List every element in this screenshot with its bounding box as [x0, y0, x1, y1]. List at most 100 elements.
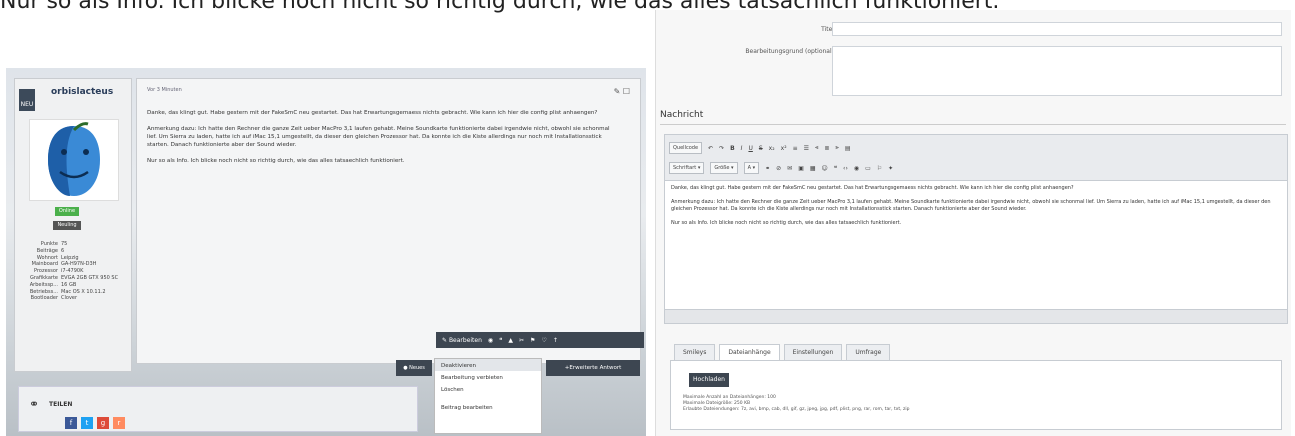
tab-poll[interactable]: Umfrage	[846, 344, 891, 361]
align-center-icon[interactable]: ≣	[824, 145, 829, 152]
bold-button[interactable]: B	[730, 145, 735, 152]
post-toolbar: ✎ Bearbeiten ◉ ❝ ▲ ✂ ⚑ ♡ ↑	[436, 332, 644, 348]
spec-row: Grafikkarte EVGA 2GB GTX 950 SC	[29, 274, 119, 281]
facebook-icon[interactable]: f	[65, 417, 77, 429]
spoiler-icon[interactable]: ◉	[854, 165, 859, 172]
tools-icon[interactable]: ✂	[519, 337, 524, 344]
title-input[interactable]	[832, 22, 1282, 36]
post-icons: ✎ ☐	[614, 87, 630, 96]
menu-item[interactable]: Deaktivieren	[435, 359, 541, 371]
moderation-menu: Deaktivieren Bearbeitung verbieten Lösch…	[434, 358, 542, 434]
editor-paragraph: Nur so als Info. Ich blicke noch nicht s…	[671, 220, 902, 226]
tab-smileys[interactable]: Smileys	[674, 344, 716, 361]
code-icon[interactable]: ‹›	[843, 165, 848, 172]
extended-reply-button[interactable]: +Erweiterte Antwort	[546, 360, 640, 376]
up-icon[interactable]: ↑	[553, 337, 558, 344]
share-label: TEILEN	[49, 401, 73, 408]
spec-row: Punkte 75	[40, 241, 68, 247]
globe-icon[interactable]: ◉	[488, 337, 493, 344]
avatar[interactable]	[29, 119, 119, 201]
table-icon[interactable]: ▦	[810, 165, 816, 172]
post-text: Danke, das klingt gut. Habe gestern mit …	[147, 109, 617, 173]
news-button[interactable]: ● Neues	[396, 360, 432, 376]
section-title: Nachricht	[660, 110, 704, 120]
twitter-icon[interactable]: t	[81, 417, 93, 429]
link-icon[interactable]: ⚭	[765, 165, 770, 172]
tab-settings[interactable]: Einstellungen	[783, 344, 843, 361]
list-ol-icon[interactable]: ≡	[793, 145, 798, 152]
checkbox-icon[interactable]: ☐	[623, 87, 630, 96]
italic-button[interactable]: I	[741, 145, 743, 152]
justify-icon[interactable]: ▤	[845, 145, 851, 152]
post-paragraph: Nur so als Info. Ich blicke noch nicht s…	[147, 158, 405, 164]
divider	[660, 124, 1286, 125]
edit-button[interactable]: ✎ Bearbeiten	[442, 337, 482, 344]
superscript-button[interactable]: x²	[781, 145, 787, 152]
list-ul-icon[interactable]: ☰	[804, 145, 809, 152]
post-content: Vor 3 Minuten ✎ ☐ Danke, das klingt gut.…	[136, 78, 641, 364]
underline-button[interactable]: U	[748, 145, 752, 152]
reason-label: Bearbeitungsgrund (optional)	[745, 48, 834, 55]
title-label: Titel	[821, 26, 834, 33]
media-icon[interactable]: ▭	[865, 165, 871, 172]
user-sidebar: NEU orbislacteus Online Neuling Punkte 75…	[14, 78, 132, 372]
new-badge: NEU	[19, 89, 35, 111]
editor-tabs: Smileys Dateianhänge Einstellungen Umfra…	[674, 344, 891, 361]
reason-textarea[interactable]	[832, 46, 1282, 96]
size-select[interactable]: Größe ▾	[710, 162, 738, 174]
special-icon[interactable]: ✦	[888, 165, 893, 172]
googleplus-icon[interactable]: g	[97, 417, 109, 429]
edit-icon[interactable]: ✎	[614, 87, 621, 96]
like-icon[interactable]: ♡	[541, 337, 546, 344]
post-paragraph: Anmerkung dazu: Ich hatte den Rechner di…	[147, 126, 610, 148]
username[interactable]: orbislacteus	[51, 87, 113, 97]
font-select[interactable]: Schriftart ▾	[669, 162, 705, 174]
menu-item[interactable]: Bearbeitung verbieten	[435, 371, 541, 383]
flag-icon[interactable]: ⚑	[530, 337, 535, 344]
undo-icon[interactable]: ↶	[708, 145, 713, 152]
online-badge: Online	[55, 207, 79, 216]
tab-attachments[interactable]: Dateianhänge	[719, 344, 780, 361]
strike-button[interactable]: S	[759, 145, 763, 152]
mail-icon[interactable]: ✉	[787, 165, 792, 172]
image-icon[interactable]: ▣	[798, 165, 804, 172]
attachments-panel: Hochladen Maximale Anzahl an Dateianhäng…	[670, 360, 1282, 430]
editor-toolbar: Quellcode ↶ ↷ B I U S x₂ x² ≡ ☰ ⫷ ≣ ⫸ ▤ …	[665, 135, 1287, 181]
spec-row: Wohnort Leipzig	[36, 254, 79, 261]
align-right-icon[interactable]: ⫸	[835, 144, 838, 152]
source-button[interactable]: Quellcode	[669, 142, 703, 154]
toolbar-row: Schriftart ▾ Größe ▾ A ▾ ⚭ ⊘ ✉ ▣ ▦ ☺ ❝ ‹…	[669, 161, 893, 175]
warn-icon[interactable]: ▲	[508, 337, 513, 344]
editor-content[interactable]: Danke, das klingt gut. Habe gestern mit …	[665, 181, 1287, 238]
toolbar-row: Quellcode ↶ ↷ B I U S x₂ x² ≡ ☰ ⫷ ≣ ⫸ ▤	[669, 141, 851, 155]
quote-icon[interactable]: ❝	[834, 165, 837, 172]
spec-row: Arbeitssp... 16 GB	[29, 281, 77, 288]
color-select[interactable]: A ▾	[743, 162, 760, 174]
forum-post-screenshot: NEU orbislacteus Online Neuling Punkte 75…	[6, 68, 646, 436]
spec-row: Prozessor i7-4790K	[34, 268, 84, 275]
align-left-icon[interactable]: ⫷	[815, 144, 818, 152]
editor-paragraph: Anmerkung dazu: Ich hatte den Rechner di…	[671, 199, 1271, 212]
redo-icon[interactable]: ↷	[719, 145, 724, 152]
spec-row: Mainboard GA-H97N-D3H	[31, 261, 97, 268]
share-icon: ⚭	[29, 397, 40, 411]
quote-icon[interactable]: ❝	[499, 337, 502, 344]
post-paragraph: Danke, das klingt gut. Habe gestern mit …	[147, 110, 598, 116]
tag-icon[interactable]: ⚐	[877, 165, 882, 172]
reddit-icon[interactable]: r	[113, 417, 125, 429]
upload-button[interactable]: Hochladen	[689, 373, 729, 387]
smiley-icon[interactable]: ☺	[822, 165, 828, 172]
info-line: Erlaubte Dateiendungen: 7z, avi, bmp, ca…	[683, 407, 910, 412]
editor-resize-bar[interactable]	[665, 309, 1287, 323]
editor-paragraph: Danke, das klingt gut. Habe gestern mit …	[671, 185, 1074, 191]
menu-item[interactable]: Beitrag bearbeiten	[435, 401, 541, 413]
editor-screenshot: Titel Bearbeitungsgrund (optional) Nachr…	[655, 10, 1291, 436]
menu-item[interactable]: Löschen	[435, 383, 541, 395]
share-box: ⚭ TEILEN f t g r	[18, 386, 418, 432]
finder-logo-icon	[30, 120, 118, 200]
spec-row: Betriebss... Mac OS X 10.11.2	[29, 288, 106, 295]
message-editor: Quellcode ↶ ↷ B I U S x₂ x² ≡ ☰ ⫷ ≣ ⫸ ▤ …	[664, 134, 1288, 324]
unlink-icon[interactable]: ⊘	[776, 165, 781, 172]
post-time: Vor 3 Minuten	[147, 87, 182, 93]
subscript-button[interactable]: x₂	[769, 145, 775, 152]
